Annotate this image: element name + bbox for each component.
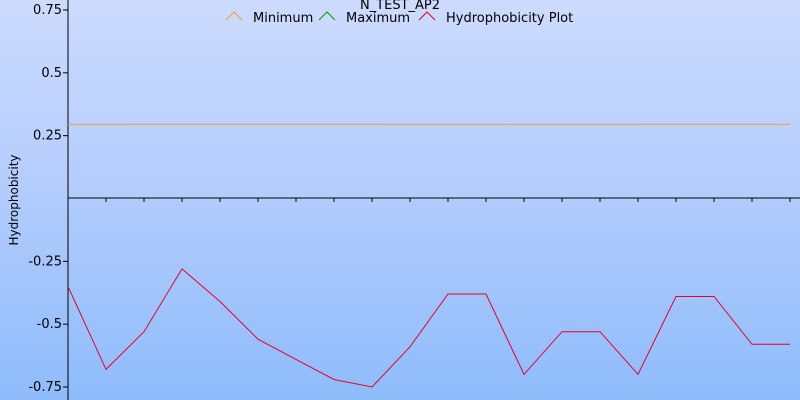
y-tick-label: -0.75 bbox=[28, 380, 62, 395]
chart-title: N_TEST_AP2 bbox=[360, 0, 440, 13]
chart-container: 0.75 0.5 0.25 -0.25 -0.5 -0.75 Minimum Maximum… bbox=[0, 0, 800, 400]
hydrophobicity-chart: 0.75 0.5 0.25 -0.25 -0.5 -0.75 Minimum Maximum… bbox=[7, 0, 800, 400]
y-tick-label: 0.25 bbox=[33, 129, 62, 144]
legend-label-maximum: Maximum bbox=[346, 11, 410, 26]
y-tick-label: -0.5 bbox=[37, 317, 62, 332]
y-tick-label: 0.5 bbox=[41, 66, 62, 81]
legend-icon-maximum bbox=[318, 11, 336, 21]
y-axis-label: Hydrophobicity bbox=[7, 154, 21, 245]
y-tick-label: 0.75 bbox=[33, 3, 62, 18]
legend-label-hydrophobicity-plot: Hydrophobicity Plot bbox=[446, 11, 573, 26]
legend-icon-hydrophobicity-plot bbox=[418, 11, 436, 21]
series-line-hydrophobicity-plot bbox=[67, 268, 790, 388]
legend-icon-minimum bbox=[225, 11, 243, 21]
legend-label-minimum: Minimum bbox=[253, 11, 313, 26]
y-tick-label: -0.25 bbox=[28, 254, 62, 269]
